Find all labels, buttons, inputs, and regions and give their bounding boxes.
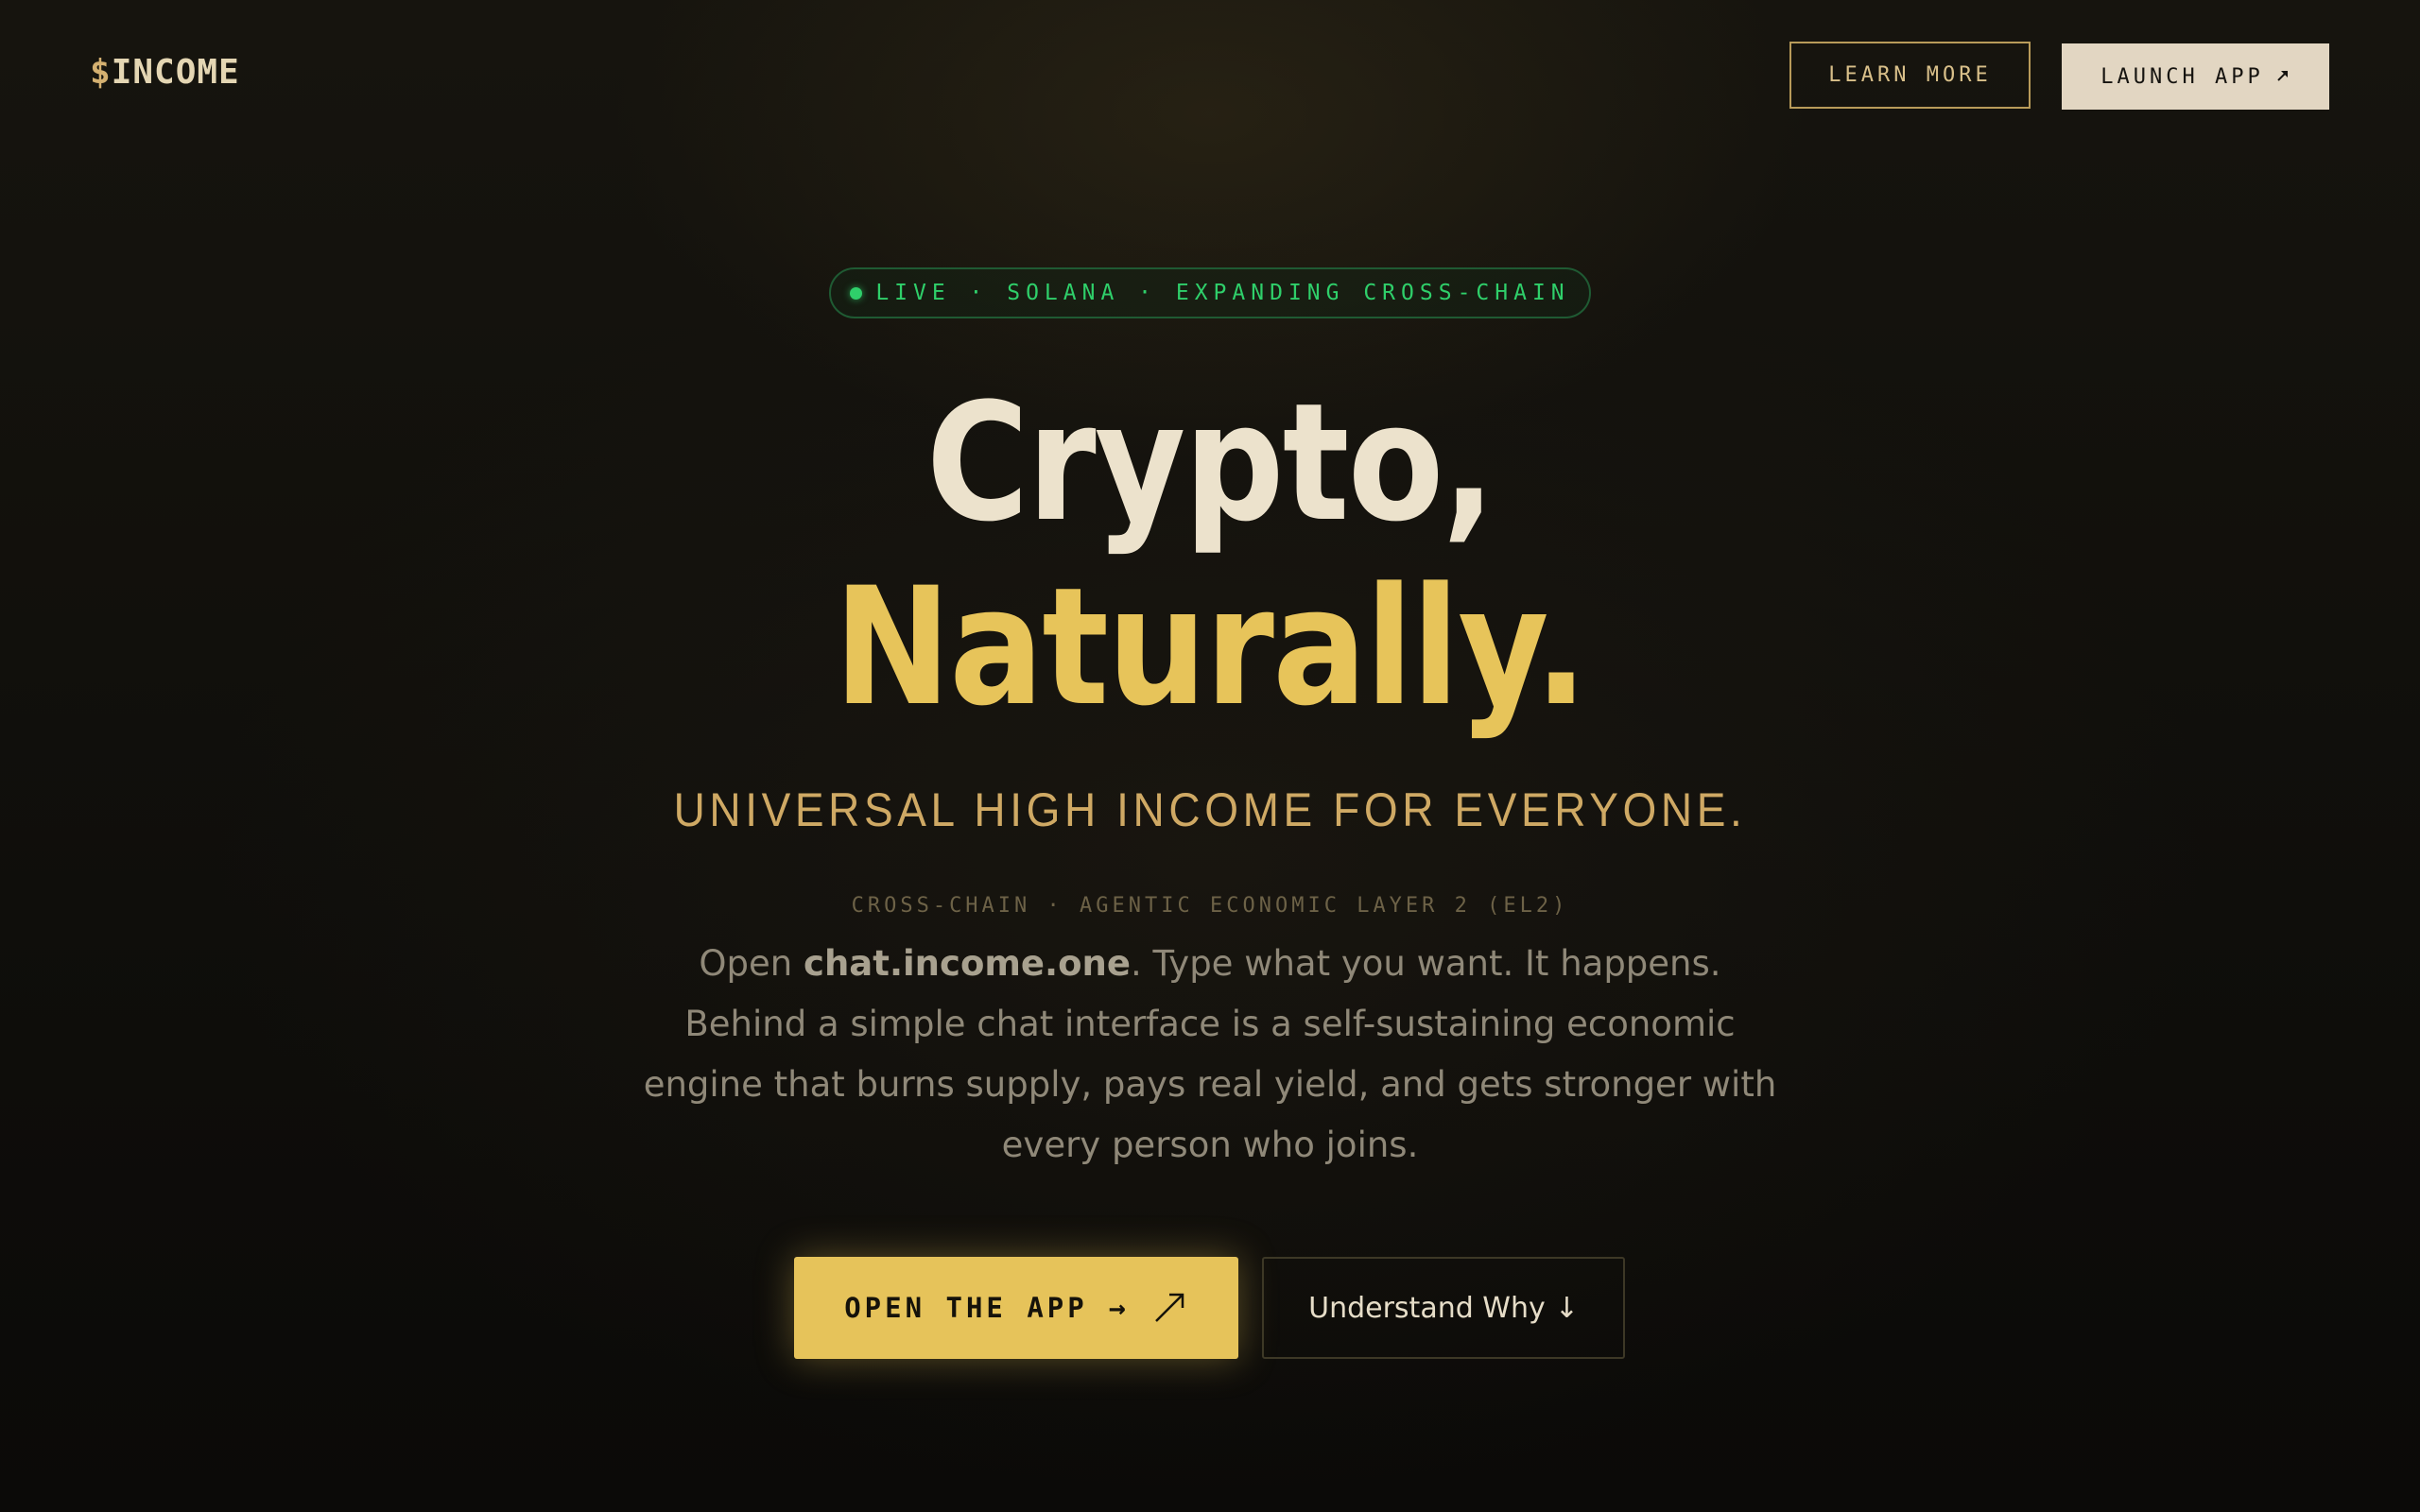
understand-why-label: Understand Why — [1308, 1291, 1546, 1325]
arrow-right-icon: → — [1108, 1291, 1130, 1325]
top-nav: $INCOME LEARN MORE LAUNCH APP — [0, 0, 2420, 151]
learn-more-label: LEARN MORE — [1828, 63, 1992, 87]
arrow-diagonal-icon — [1150, 1289, 1188, 1327]
live-dot-icon — [850, 286, 863, 300]
headline-line-1: Crypto, — [925, 368, 1495, 558]
launch-app-button[interactable]: LAUNCH APP — [2062, 43, 2329, 110]
logo-symbol: $ — [90, 53, 112, 92]
arrow-up-right-icon — [2275, 65, 2290, 89]
kicker-text: CROSS-CHAIN · AGENTIC ECONOMIC LAYER 2 (… — [851, 894, 1569, 918]
description-prefix: Open — [699, 943, 804, 984]
status-badge: LIVE · SOLANA · EXPANDING CROSS-CHAIN — [829, 267, 1591, 318]
open-app-label: OPEN THE APP — [844, 1292, 1088, 1324]
understand-why-button[interactable]: Understand Why ↓ — [1262, 1257, 1625, 1359]
launch-app-label: LAUNCH APP — [2100, 64, 2264, 89]
headline-line-2: Naturally. — [834, 552, 1587, 742]
learn-more-button[interactable]: LEARN MORE — [1789, 42, 2031, 109]
brand-logo[interactable]: $INCOME — [90, 53, 240, 92]
arrow-down-icon: ↓ — [1554, 1291, 1579, 1325]
chat-link[interactable]: chat.income.one — [804, 943, 1131, 984]
tagline: UNIVERSAL HIGH INCOME FOR EVERYONE. — [673, 783, 1747, 836]
open-app-button[interactable]: OPEN THE APP → — [794, 1257, 1238, 1359]
hero-description: Open chat.income.one. Type what you want… — [643, 934, 1777, 1176]
logo-text: INCOME — [111, 53, 240, 92]
status-badge-text: LIVE · SOLANA · EXPANDING CROSS-CHAIN — [875, 281, 1570, 305]
